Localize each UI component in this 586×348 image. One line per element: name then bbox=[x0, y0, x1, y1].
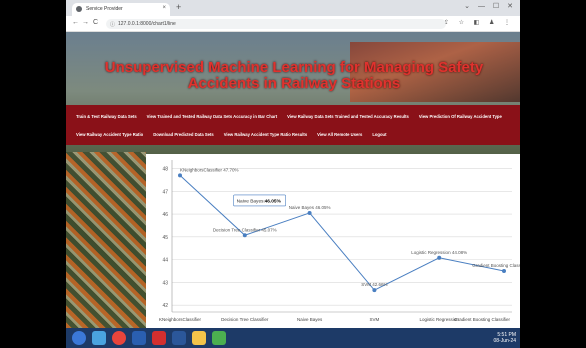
tooltip-label: Naive Bayes: bbox=[237, 198, 265, 204]
nav-link[interactable]: View Railway Accident Type Ratio Results bbox=[224, 132, 307, 137]
point-label: Logistic Regression 44.08% bbox=[411, 250, 467, 255]
reload-button[interactable]: C bbox=[93, 19, 98, 26]
tab-close-icon[interactable]: × bbox=[162, 5, 166, 11]
point-label: SVM 42.66% bbox=[361, 282, 387, 287]
browser-tab[interactable]: Service Provider × bbox=[72, 3, 170, 16]
chrome-icon[interactable] bbox=[112, 331, 126, 345]
nav-link[interactable]: View Prediction Of Railway Accident Type bbox=[419, 114, 502, 119]
x-tick-label: Decision Tree Classifier bbox=[221, 317, 269, 322]
y-tick-label: 47 bbox=[162, 189, 168, 195]
page-title: Unsupervised Machine Learning for Managi… bbox=[104, 59, 484, 92]
favicon-icon bbox=[76, 6, 82, 12]
data-point bbox=[242, 233, 247, 238]
data-point bbox=[437, 255, 442, 260]
y-tick-label: 42 bbox=[162, 303, 168, 309]
nav-link[interactable]: Download Predicted Data Sets bbox=[153, 132, 214, 137]
point-label: Gradient Boosting Classifier 4 bbox=[472, 263, 520, 268]
clock-date: 08-Jun-24 bbox=[493, 338, 516, 344]
python-icon[interactable] bbox=[212, 331, 226, 345]
tooltip-value: 46.05% bbox=[265, 198, 282, 204]
chart-svg: 42 43 44 45 46 47 48 KNeighborsClassifier 47.70… bbox=[159, 160, 520, 322]
window-controls[interactable]: ⌄ — ☐ ✕ bbox=[464, 2, 516, 10]
web-page: Unsupervised Machine Learning for Managi… bbox=[66, 32, 520, 328]
back-button[interactable]: ← bbox=[72, 19, 79, 26]
taskbar: 5:51 PM 08-Jun-24 bbox=[66, 328, 520, 348]
x-tick-label: Naive Bayes bbox=[297, 317, 323, 322]
nav-link[interactable]: View All Remote Users bbox=[317, 132, 362, 137]
background-photo-crowd bbox=[66, 152, 146, 328]
nav-link[interactable]: View Railway Accident Type Ratio bbox=[76, 132, 143, 137]
x-tick-label: KNeighborsClassifier bbox=[159, 317, 202, 322]
system-clock[interactable]: 5:51 PM 08-Jun-24 bbox=[493, 332, 516, 344]
info-icon: ⓘ bbox=[110, 22, 116, 28]
data-point bbox=[502, 269, 506, 274]
nav-row-1: Train & Test Railway Data Sets View Train… bbox=[76, 114, 512, 119]
new-tab-button[interactable]: + bbox=[176, 2, 181, 12]
desktop-screen: Service Provider × + ⌄ — ☐ ✕ ← → C ⓘ 127… bbox=[66, 0, 520, 348]
toolbar-icons[interactable]: ⇪ ☆ ◧ ♟ ⋮ bbox=[444, 19, 514, 26]
nav-link[interactable]: Train & Test Railway Data Sets bbox=[76, 114, 137, 119]
url-field[interactable]: ⓘ 127.0.0.1:8000/chart1/line bbox=[106, 19, 446, 29]
data-point bbox=[372, 288, 377, 293]
y-tick-label: 43 bbox=[162, 280, 168, 286]
nav-link[interactable]: Logout bbox=[372, 132, 386, 137]
data-point bbox=[178, 173, 182, 178]
word-icon[interactable] bbox=[172, 331, 186, 345]
y-tick-label: 44 bbox=[162, 258, 168, 264]
point-label: Naive Bayes 46.05% bbox=[289, 205, 331, 210]
pdf-icon[interactable] bbox=[152, 331, 166, 345]
series-line bbox=[179, 175, 505, 291]
line-chart: 42 43 44 45 46 47 48 KNeighborsClassifier 47.70… bbox=[146, 154, 520, 328]
point-label: Decision Tree Classifier 45.07% bbox=[213, 227, 277, 232]
y-tick-label: 46 bbox=[162, 212, 168, 218]
point-label: KNeighborsClassifier 47.70% bbox=[180, 167, 239, 172]
forward-button[interactable]: → bbox=[82, 19, 89, 26]
nav-link[interactable]: View Trained and Tested Railway Data Set… bbox=[147, 114, 277, 119]
tab-bar: Service Provider × + ⌄ — ☐ ✕ bbox=[66, 0, 520, 16]
nav-menu: Train & Test Railway Data Sets View Train… bbox=[66, 105, 520, 145]
ie-icon[interactable] bbox=[92, 331, 106, 345]
address-bar: ← → C ⓘ 127.0.0.1:8000/chart1/line ⇪ ☆ ◧… bbox=[66, 16, 520, 32]
data-point bbox=[307, 210, 312, 215]
nav-row-2: View Railway Accident Type Ratio Download… bbox=[76, 132, 397, 137]
x-tick-label: SVM bbox=[370, 317, 380, 322]
start-button[interactable] bbox=[72, 331, 86, 345]
url-text: 127.0.0.1:8000/chart1/line bbox=[118, 21, 176, 27]
folder-icon[interactable] bbox=[192, 331, 206, 345]
y-tick-label: 45 bbox=[162, 235, 168, 241]
tab-title: Service Provider bbox=[86, 6, 123, 12]
y-tick-label: 48 bbox=[162, 167, 168, 173]
x-tick-label: Gradient Boosting Classifier bbox=[454, 317, 510, 322]
nav-link[interactable]: View Railway Data Sets Trained and Teste… bbox=[287, 114, 409, 119]
app-icon[interactable] bbox=[132, 331, 146, 345]
